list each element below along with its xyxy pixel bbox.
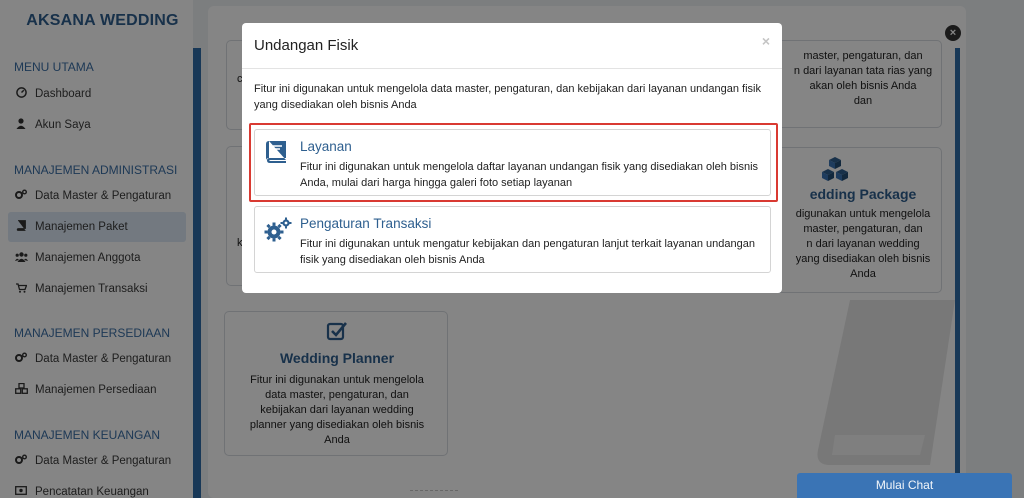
close-icon[interactable]: × bbox=[762, 33, 770, 49]
option-layanan[interactable]: Layanan Fitur ini digunakan untuk mengel… bbox=[254, 129, 771, 196]
modal-description: Fitur ini digunakan untuk mengelola data… bbox=[254, 83, 761, 111]
option-title: Layanan bbox=[300, 139, 352, 154]
start-chat-button[interactable]: Mulai Chat bbox=[797, 473, 1012, 498]
book-icon bbox=[264, 140, 290, 166]
modal-title: Undangan Fisik bbox=[254, 37, 359, 54]
option-pengaturan-transaksi[interactable]: Pengaturan Transaksi Fitur ini digunakan… bbox=[254, 206, 771, 273]
option-description: Fitur ini digunakan untuk mengelola daft… bbox=[300, 161, 759, 189]
option-description: Fitur ini digunakan untuk mengatur kebij… bbox=[300, 238, 755, 266]
gears-icon bbox=[264, 217, 292, 243]
modal-header: Undangan Fisik × bbox=[242, 23, 782, 69]
option-title: Pengaturan Transaksi bbox=[300, 216, 432, 231]
modal-undangan-fisik: Undangan Fisik × Fitur ini digunakan unt… bbox=[242, 23, 782, 293]
